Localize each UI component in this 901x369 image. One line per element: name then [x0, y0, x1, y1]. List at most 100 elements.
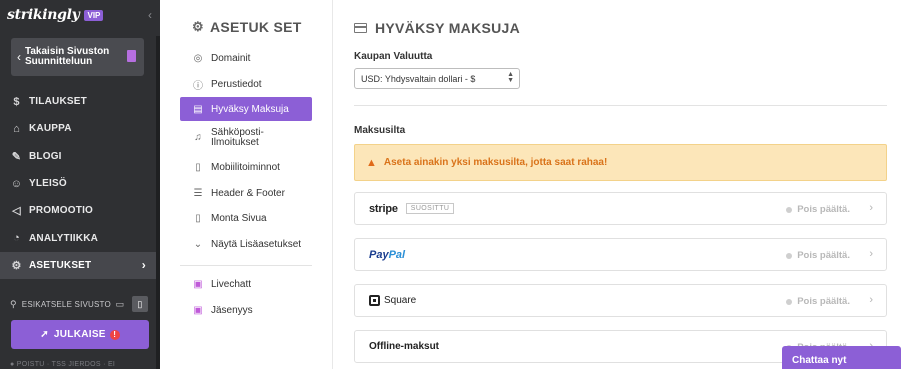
document-icon — [127, 50, 136, 62]
preview-site-bar: ⚲ ESIKATSELE SIVUSTO ▭ ▯ — [0, 293, 156, 315]
status-dot-icon — [786, 298, 793, 305]
search-icon: ⚲ — [10, 298, 17, 309]
store-icon: ⌂ — [13, 122, 20, 135]
settings-item-header-footer[interactable]: ☰ Header & Footer — [180, 181, 312, 207]
nav-item-audience[interactable]: ☺ YLEISÖ — [0, 170, 156, 197]
gateway-status: Pois päältä. — [786, 250, 850, 261]
gateway-row-stripe[interactable]: stripe SUOSITTU Pois päältä. › — [354, 192, 887, 225]
preview-site-label[interactable]: ESIKATSELE SIVUSTO — [22, 300, 111, 309]
select-arrows-icon: ▲ ▼ — [507, 71, 514, 84]
gateway-status: Pois päältä. — [786, 296, 850, 307]
gateway-status: Pois päältä. — [786, 204, 850, 215]
nav-item-analytics[interactable]: ◔ ANALYTIIKKA — [0, 224, 156, 251]
chevron-right-icon: › — [869, 248, 873, 260]
settings-item-show-more[interactable]: ⌄ Näytä Lisäasetukset — [180, 232, 312, 258]
settings-item-label: Domainit — [211, 53, 251, 65]
settings-item-livechat[interactable]: ▣ Livechatt — [180, 272, 312, 298]
dollar-circle-icon: $ — [13, 95, 20, 108]
gateway-status-text: Pois päältä. — [797, 204, 850, 215]
section-divider — [354, 105, 887, 106]
vip-badge: VIP — [84, 9, 104, 21]
settings-nav-list: ◎ Domainit ⓘ Perustiedot ▤ Hyväksy Maksu… — [180, 46, 312, 323]
nav-item-blog[interactable]: ✎ BLOGI — [0, 143, 156, 170]
chevron-right-icon: › — [869, 202, 873, 214]
nav-item-settings[interactable]: ⚙ ASETUKSET › — [0, 251, 156, 280]
nav-item-store[interactable]: ⌂ KAUPPA — [0, 115, 156, 142]
gateway-status-text: Pois päältä. — [797, 250, 850, 261]
back-to-editor-label: Takaisin Sivuston Suunnitteluun — [25, 46, 110, 67]
settings-item-label: Sähköposti-Ilmoitukset — [211, 127, 264, 148]
status-dot-icon — [786, 206, 793, 213]
currency-select-value: USD: Yhdysvaltain dollari - $ — [361, 73, 476, 84]
gateway-row-square[interactable]: Square Pois päältä. › — [354, 284, 887, 317]
chevron-left-icon: ‹ — [17, 50, 21, 64]
info-icon: ⓘ — [193, 80, 203, 92]
paypal-logo-part1: Pay — [369, 248, 389, 261]
square-logo: Square — [369, 295, 416, 306]
paypal-logo-part2: Pal — [388, 248, 406, 261]
back-to-editor-button[interactable]: ‹ Takaisin Sivuston Suunnitteluun — [11, 38, 144, 76]
app-root: strikingly VIP ‹ ‹ Takaisin Sivuston Suu… — [0, 0, 901, 369]
nav-item-label: ANALYTIIKKA — [29, 232, 99, 244]
collapse-sidebar-icon[interactable]: ‹ — [148, 8, 152, 22]
settings-item-payments[interactable]: ▤ Hyväksy Maksuja — [180, 97, 312, 121]
recommended-badge: SUOSITTU — [405, 203, 455, 214]
square-name: Square — [384, 295, 417, 306]
settings-item-email-notifications[interactable]: ♫ Sähköposti-Ilmoitukset — [180, 121, 312, 155]
publish-button[interactable]: ➚ JULKAISE ! — [11, 320, 149, 349]
card-icon — [354, 23, 367, 33]
settings-item-label: Mobiilitoiminnot — [211, 162, 280, 174]
gear-icon: ⚙ — [11, 259, 22, 272]
currency-label: Kaupan Valuutta — [354, 51, 433, 62]
settings-item-multiple-pages[interactable]: ▯ Monta Sivua — [180, 206, 312, 232]
globe-icon: ◎ — [193, 53, 203, 65]
nav-item-label: BLOGI — [29, 150, 62, 162]
gateway-row-paypal[interactable]: PayPal Pois päältä. › — [354, 238, 887, 271]
nav-item-label: YLEISÖ — [29, 178, 67, 190]
pen-icon: ✎ — [11, 150, 22, 163]
settings-nav: ⚙ ASETUK SET ◎ Domainit ⓘ Perustiedot ▤ … — [180, 0, 312, 369]
nav-item-orders[interactable]: $ TILAUKSET — [0, 88, 156, 115]
status-dot-icon — [786, 252, 793, 259]
settings-item-label: Näytä Lisäasetukset — [211, 238, 302, 250]
stripe-logo: stripe — [369, 202, 398, 215]
chart-icon: ◔ — [13, 232, 20, 245]
warning-badge-icon: ! — [109, 329, 120, 340]
brand: strikingly VIP — [7, 6, 104, 24]
nav-item-label: PROMOOTIO — [29, 205, 94, 217]
people-icon: ☺ — [10, 177, 23, 190]
member-icon: ▣ — [193, 304, 203, 316]
page-title-text: HYVÄKSY MAKSUJA — [375, 20, 521, 36]
square-brand-icon — [369, 295, 380, 306]
mobile-icon: ▯ — [195, 162, 201, 174]
nav-item-label: ASETUKSET — [29, 259, 92, 271]
gear-icon: ⚙ — [192, 19, 204, 34]
settings-item-basics[interactable]: ⓘ Perustiedot — [180, 72, 312, 98]
megaphone-icon: ◁ — [12, 205, 21, 218]
device-toggle: ▭ ▯ — [112, 296, 148, 312]
warning-icon: ▲ — [366, 156, 377, 169]
settings-title-text: ASETUK SET — [209, 19, 302, 35]
settings-item-membership[interactable]: ▣ Jäsenyys — [180, 298, 312, 324]
rocket-icon: ➚ — [40, 329, 49, 340]
chat-now-button[interactable]: Chattaa nyt — [782, 346, 901, 369]
settings-item-label: Header & Footer — [211, 187, 285, 199]
pages-icon: ▯ — [195, 213, 201, 225]
main-sidebar: strikingly VIP ‹ ‹ Takaisin Sivuston Suu… — [0, 0, 160, 369]
sidebar-scrollbar[interactable] — [156, 36, 160, 369]
sidebar-footer[interactable]: ● POISTU · TSS JIERDOS · EI — [10, 361, 115, 368]
desktop-icon[interactable]: ▭ — [112, 296, 128, 312]
strikingly-logo[interactable]: strikingly — [7, 7, 80, 23]
bell-icon: ♫ — [194, 132, 202, 143]
mobile-icon[interactable]: ▯ — [132, 296, 148, 312]
settings-item-label: Hyväksy Maksuja — [211, 103, 289, 115]
settings-item-mobile[interactable]: ▯ Mobiilitoiminnot — [180, 155, 312, 181]
gateway-status-text: Pois päältä. — [797, 296, 850, 307]
chevron-right-icon: › — [869, 294, 873, 306]
nav-item-promotion[interactable]: ◁ PROMOOTIO — [0, 197, 156, 224]
card-icon: ▤ — [193, 103, 203, 115]
offline-payments-name: Offline-maksut — [369, 341, 440, 352]
settings-item-label: Livechatt — [211, 279, 252, 291]
settings-item-domains[interactable]: ◎ Domainit — [180, 46, 312, 72]
currency-select[interactable]: USD: Yhdysvaltain dollari - $ ▲ ▼ — [354, 68, 520, 89]
